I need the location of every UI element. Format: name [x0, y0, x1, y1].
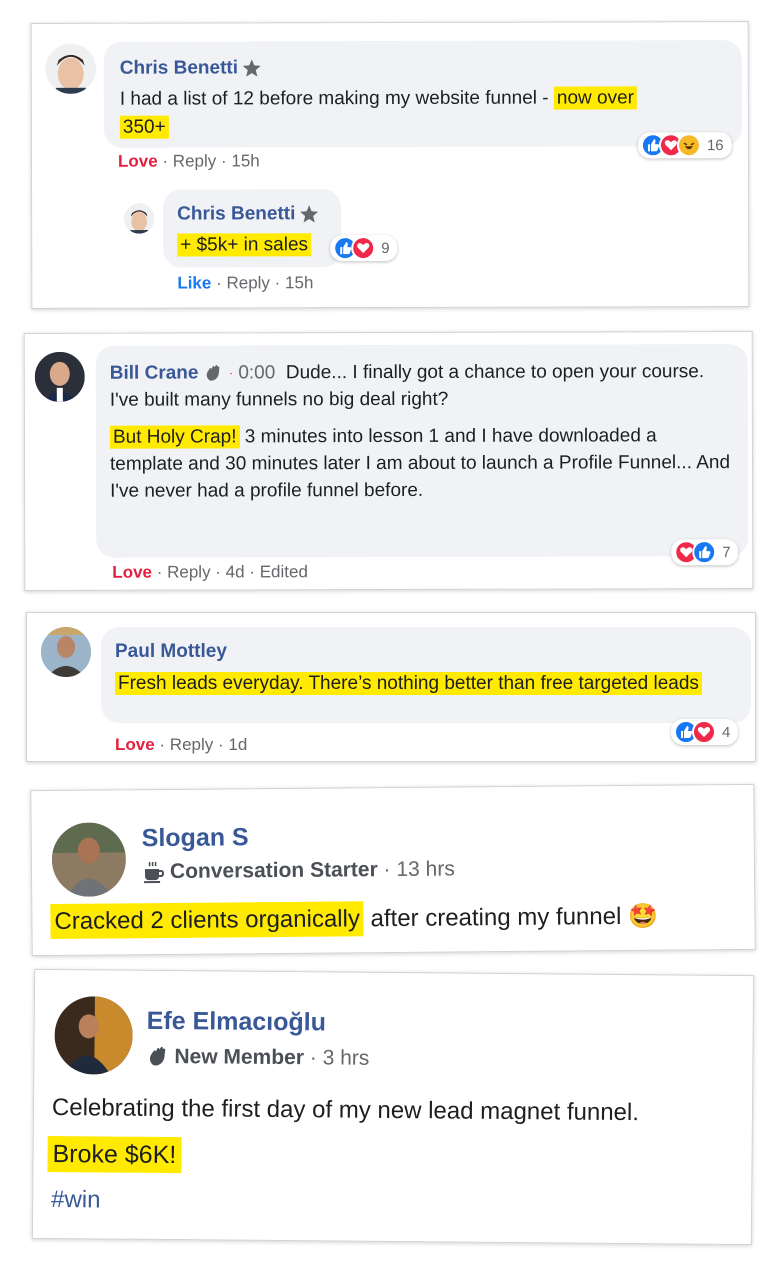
- author-name[interactable]: Bill Crane: [110, 362, 199, 383]
- comment-text-2: But Holy Crap! 3 minutes into lesson 1 a…: [109, 425, 731, 503]
- avatar[interactable]: [41, 627, 91, 677]
- post-meta: New Member · 3 hrs: [146, 1045, 369, 1071]
- hashtag-link[interactable]: #win: [51, 1186, 101, 1214]
- reaction-count: 4: [722, 723, 731, 741]
- haha-icon: [676, 133, 701, 158]
- comment-card-2: Bill Crane · 0:00 Dude... I finally got …: [23, 331, 754, 591]
- comment-actions: Love · Reply · 15h: [117, 151, 260, 171]
- comment-card-1: Chris Benetti I had a list of 12 before …: [30, 21, 750, 309]
- author-name[interactable]: Efe Elmacıoğlu: [147, 1007, 326, 1037]
- reply-button[interactable]: Reply: [226, 273, 270, 292]
- star-struck-emoji: 🤩: [627, 902, 659, 930]
- reply-button[interactable]: Reply: [167, 562, 211, 581]
- reply-bubble: Chris Benetti + $5k+ in sales: [163, 189, 342, 268]
- like-icon: [692, 540, 717, 565]
- love-icon: [351, 236, 376, 261]
- reaction-count: 9: [381, 239, 390, 257]
- post-time[interactable]: 13 hrs: [396, 857, 455, 882]
- comment-card-3: Paul Mottley Fresh leads everyday. There…: [26, 612, 756, 762]
- comment-actions: Love · Reply · 1d: [115, 735, 248, 754]
- reaction-summary[interactable]: 16: [637, 132, 732, 159]
- like-button[interactable]: Like: [177, 273, 211, 292]
- edited-label[interactable]: Edited: [260, 562, 308, 581]
- comment-text: I had a list of 12 before making my webs…: [120, 84, 726, 142]
- coffee-icon: [144, 861, 165, 884]
- reply-text: + $5k+ in sales: [177, 233, 327, 257]
- post-card-2: Efe Elmacıoğlu New Member · 3 hrs Celebr…: [31, 968, 755, 1246]
- comment-bubble: Paul Mottley Fresh leads everyday. There…: [101, 627, 751, 723]
- reaction-count: 7: [722, 543, 731, 561]
- reaction-summary[interactable]: 4: [671, 719, 739, 745]
- author-name[interactable]: Chris Benetti: [120, 57, 238, 79]
- love-button[interactable]: Love: [118, 152, 158, 171]
- waving-hand-icon: [149, 1046, 166, 1066]
- member-badge[interactable]: Conversation Starter: [170, 858, 378, 884]
- reaction-count: 16: [706, 136, 724, 154]
- reaction-summary[interactable]: 7: [671, 539, 739, 566]
- author-name[interactable]: Slogan S: [142, 823, 249, 852]
- reply-actions: Like · Reply · 15h: [177, 273, 314, 293]
- comment-text: Fresh leads everyday. There’s nothing be…: [115, 671, 715, 697]
- comment-time[interactable]: 15h: [285, 273, 313, 292]
- post-text: Celebrating the first day of my new lead…: [51, 1094, 640, 1127]
- reply-avatar[interactable]: [124, 203, 155, 234]
- avatar[interactable]: [34, 351, 85, 402]
- comment-text-1: Bill Crane · 0:00 Dude... I finally got …: [109, 361, 705, 412]
- comment-time[interactable]: 15h: [231, 151, 259, 170]
- post-text: Cracked 2 clients organically after crea…: [50, 901, 659, 939]
- post-time[interactable]: 3 hrs: [323, 1046, 370, 1070]
- post-card-1: Slogan S Conversation Starter · 13 hrs C…: [30, 783, 756, 957]
- top-fan-icon: [300, 205, 319, 223]
- love-icon: [692, 720, 716, 744]
- member-badge[interactable]: New Member: [174, 1045, 304, 1070]
- comment-time[interactable]: 4d: [226, 562, 245, 581]
- reaction-summary[interactable]: 9: [330, 234, 398, 262]
- waving-hand-icon: [206, 365, 220, 381]
- post-meta: Conversation Starter · 13 hrs: [142, 857, 455, 884]
- reply-button[interactable]: Reply: [173, 151, 217, 170]
- love-button[interactable]: Love: [115, 735, 155, 754]
- avatar[interactable]: [51, 822, 127, 897]
- love-button[interactable]: Love: [112, 563, 152, 582]
- video-timestamp[interactable]: 0:00: [238, 362, 275, 383]
- avatar[interactable]: [45, 43, 96, 94]
- comment-time[interactable]: 1d: [228, 735, 247, 754]
- author-name[interactable]: Paul Mottley: [115, 641, 227, 662]
- comment-bubble: Bill Crane · 0:00 Dude... I finally got …: [95, 344, 749, 558]
- avatar[interactable]: [54, 996, 133, 1075]
- reply-author-name[interactable]: Chris Benetti: [177, 203, 295, 225]
- reply-button[interactable]: Reply: [170, 735, 213, 754]
- comment-actions: Love · Reply · 4d · Edited: [112, 562, 308, 582]
- top-fan-icon: [242, 59, 261, 77]
- post-highlight: Broke $6K!: [47, 1135, 182, 1174]
- comment-bubble: Chris Benetti I had a list of 12 before …: [103, 40, 742, 148]
